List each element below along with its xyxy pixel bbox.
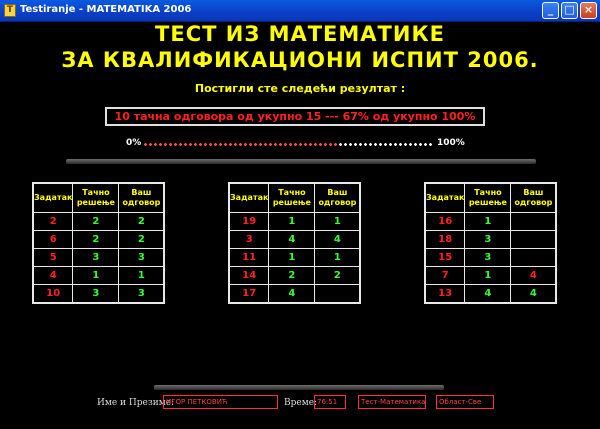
table-row: 714	[424, 266, 557, 285]
task-number-cell: 2	[32, 212, 74, 231]
table-row: 344	[228, 230, 361, 249]
header-correct: Тачно решење	[72, 182, 120, 213]
task-number-cell: 15	[424, 248, 466, 267]
table-row: 18 3	[424, 230, 557, 249]
table-row: 16 1	[424, 212, 557, 231]
correct-answer-cell: 2	[72, 212, 120, 231]
task-number-cell: 17	[228, 284, 270, 304]
table-row: 14 2 2	[228, 266, 361, 285]
task-number-cell: 11	[228, 248, 270, 267]
time-label: Време:	[284, 398, 318, 408]
correct-answer-cell: 4	[464, 284, 512, 304]
your-answer-cell	[510, 248, 557, 267]
task-number-cell: 13	[424, 284, 466, 304]
table-row: 533	[32, 248, 165, 267]
header-task: Задатак	[32, 182, 74, 213]
your-answer-cell: 4	[510, 266, 557, 285]
divider-bar-top	[66, 159, 536, 164]
time-field: 76:51	[314, 395, 346, 409]
header-task: Задатак	[424, 182, 466, 213]
header-correct: Тачно решење	[464, 182, 512, 213]
page-title-line2: ЗА КВАЛИФИКАЦИОНИ ИСПИТ 2006.	[61, 48, 539, 72]
task-number-cell: 18	[424, 230, 466, 249]
header-correct: Тачно решење	[268, 182, 316, 213]
table-row: 13 4 4	[424, 284, 557, 304]
page-title-line1: ТЕСТ ИЗ МАТЕМАТИКЕ	[155, 22, 445, 46]
task-number-cell: 10	[32, 284, 74, 304]
correct-answer-cell: 4	[268, 230, 316, 249]
correct-answer-cell: 3	[72, 284, 120, 304]
table-body: 16 1 18 3 15 3 7 1 4 13 4 4	[424, 212, 557, 304]
correct-answer-cell: 1	[464, 212, 512, 231]
progress-max-label: 100%	[437, 138, 465, 148]
your-answer-cell: 1	[118, 266, 165, 285]
task-number-cell: 19	[228, 212, 270, 231]
header-yours: Ваш одговор	[314, 182, 361, 213]
correct-answer-cell: 3	[464, 230, 512, 249]
correct-answer-cell: 1	[268, 248, 316, 267]
table-row: 11 1 1	[228, 248, 361, 267]
result-table-3: Задатак Тачно решење Ваш одговор 16 1 18 3 1…	[424, 182, 558, 304]
result-table-1: Задатак Тачно решење Ваш одговор 2226225…	[32, 182, 166, 304]
correct-answer-cell: 4	[268, 284, 316, 304]
your-answer-cell: 2	[118, 212, 165, 231]
your-answer-cell: 3	[118, 248, 165, 267]
window-title: Testiranje - MATEMATIKA 2006	[20, 4, 192, 15]
table-body: 2 2 2 6 2 2 5 3 3 4 1 1 10 3 3	[32, 212, 165, 304]
table-row: 15 3	[424, 248, 557, 267]
result-caption: Постигли сте следећи резултат :	[194, 82, 406, 95]
task-number-cell: 6	[32, 230, 74, 249]
your-answer-cell	[314, 284, 361, 304]
table-row: 622	[32, 230, 165, 249]
task-number-cell: 5	[32, 248, 74, 267]
your-answer-cell: 1	[314, 248, 361, 267]
table-row: 17 4	[228, 284, 361, 304]
task-number-cell: 4	[32, 266, 74, 285]
task-number-cell: 3	[228, 230, 270, 249]
correct-answer-cell: 2	[72, 230, 120, 249]
your-answer-cell: 3	[118, 284, 165, 304]
result-table-2: Задатак Тачно решење Ваш одговор 19 1 1 3 4 4…	[228, 182, 362, 304]
minimize-button[interactable]: _	[542, 2, 559, 19]
your-answer-cell: 2	[118, 230, 165, 249]
window-titlebar[interactable]: T Testiranje - MATEMATIKA 2006 _ □ ×	[0, 0, 600, 22]
your-answer-cell: 4	[510, 284, 557, 304]
your-answer-cell	[510, 212, 557, 231]
your-answer-cell: 1	[314, 212, 361, 231]
correct-answer-cell: 1	[464, 266, 512, 285]
your-answer-cell: 4	[314, 230, 361, 249]
table-row: 10 3 3	[32, 284, 165, 304]
progress-achieved	[143, 143, 338, 146]
correct-answer-cell: 3	[464, 248, 512, 267]
progress-remaining	[338, 143, 434, 146]
your-answer-cell: 2	[314, 266, 361, 285]
table-row: 411	[32, 266, 165, 285]
task-number-cell: 7	[424, 266, 466, 285]
correct-answer-cell: 2	[268, 266, 316, 285]
test-field: Тест-Математика	[358, 395, 426, 409]
correct-answer-cell: 1	[72, 266, 120, 285]
task-number-cell: 16	[424, 212, 466, 231]
maximize-button[interactable]: □	[561, 2, 578, 19]
name-field: ИГОР ПЕТКОВИЋ	[163, 395, 278, 409]
header-task: Задатак	[228, 182, 270, 213]
progress-min-label: 0%	[126, 138, 142, 148]
your-answer-cell	[510, 230, 557, 249]
result-summary: 10 тачна одговора од укупно 15 --- 67% о…	[105, 107, 485, 126]
table-row: 19 1 1	[228, 212, 361, 231]
divider-bar-bottom	[154, 385, 444, 390]
correct-answer-cell: 1	[268, 212, 316, 231]
task-number-cell: 14	[228, 266, 270, 285]
header-yours: Ваш одговор	[118, 182, 165, 213]
close-button[interactable]: ×	[580, 2, 597, 19]
table-body: 19 1 1 3 4 4 11 1 1 14 2 2 17 4	[228, 212, 361, 304]
area-field: Област-Све	[436, 395, 494, 409]
header-yours: Ваш одговор	[510, 182, 557, 213]
table-row: 222	[32, 212, 165, 231]
correct-answer-cell: 3	[72, 248, 120, 267]
app-icon: T	[4, 4, 16, 17]
